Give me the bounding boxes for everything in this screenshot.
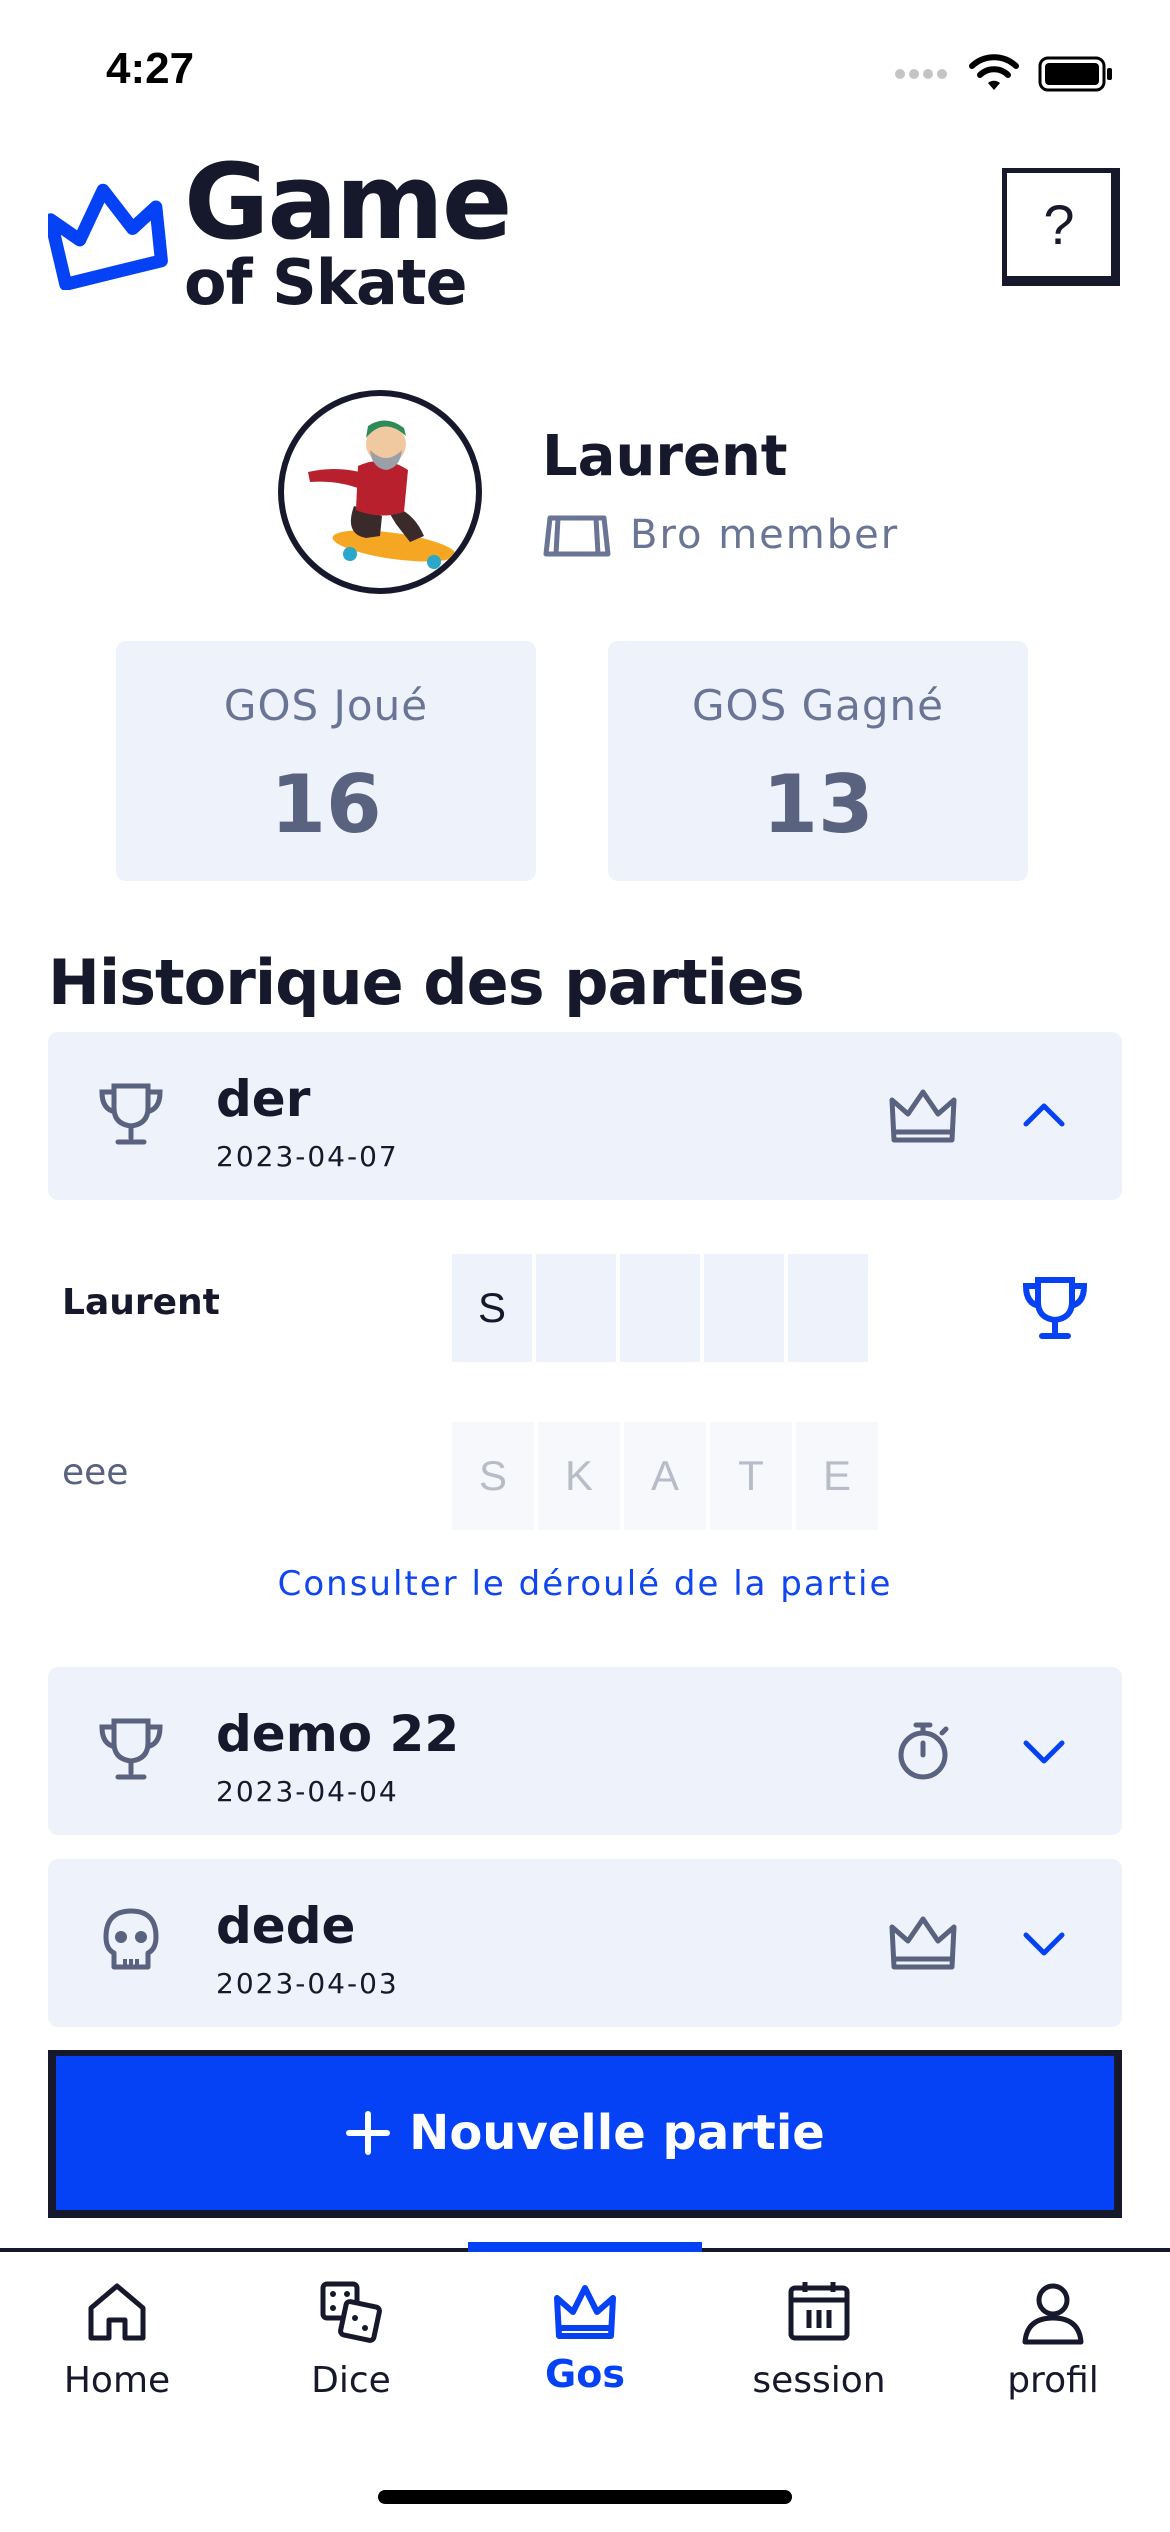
new-game-label: Nouvelle partie [409, 2105, 825, 2161]
home-icon [88, 2283, 146, 2341]
game-name: dede [216, 1897, 356, 1955]
player-letters: S [452, 1254, 868, 1362]
stat-card-won: GOS Gagné 13 [608, 641, 1028, 881]
game-name: der [216, 1070, 311, 1128]
nav-label: profil [1007, 2360, 1099, 2401]
letter-box: T [710, 1422, 792, 1530]
status-icons [894, 54, 1114, 94]
stat-label: GOS Joué [223, 681, 429, 730]
signal-icon [895, 69, 947, 79]
logo-title-line2: of Skate [184, 246, 468, 319]
nav-active-indicator [468, 2242, 702, 2252]
skull-icon [103, 1908, 159, 1970]
letter-box [620, 1254, 700, 1362]
detail-player-name: Laurent [62, 1282, 220, 1323]
game-date: 2023-04-03 [216, 1967, 399, 2000]
game-date: 2023-04-07 [216, 1140, 399, 1173]
stat-value: 13 [762, 758, 874, 851]
wifi-icon [969, 54, 1019, 90]
stat-card-played: GOS Joué 16 [116, 641, 536, 881]
history-title: Historique des parties [48, 946, 805, 1019]
skater-avatar-icon [308, 420, 456, 569]
skateboard-icon [543, 515, 611, 557]
nav-label: Home [63, 2360, 171, 2401]
crown-icon [554, 2285, 616, 2339]
home-indicator [378, 2490, 792, 2504]
membership-label: Bro member [630, 512, 900, 558]
nav-label: Gos [545, 2352, 625, 2396]
game-card-der[interactable]: der 2023-04-07 [48, 1032, 1122, 1200]
player-letters: S K A T E [452, 1422, 878, 1530]
plus-icon [346, 2111, 391, 2155]
nav-item-gos[interactable]: Gos [468, 2278, 702, 2396]
help-button[interactable]: ? [1002, 168, 1120, 286]
game-card-dede[interactable]: dede 2023-04-03 [48, 1859, 1122, 2027]
nav-label: Dice [311, 2360, 391, 2401]
nav-item-dice[interactable]: Dice [234, 2278, 468, 2401]
stat-value: 16 [270, 758, 382, 851]
letter-box [788, 1254, 868, 1362]
stat-label: GOS Gagné [691, 681, 945, 730]
letter-box [704, 1254, 784, 1362]
letter-box: E [796, 1422, 878, 1530]
letter-box: K [538, 1422, 620, 1530]
stopwatch-icon [898, 1722, 949, 1780]
nav-item-profil[interactable]: profil [936, 2278, 1170, 2401]
detail-player-name: eee [62, 1452, 129, 1493]
game-name: demo 22 [216, 1705, 460, 1763]
avatar[interactable] [278, 390, 482, 594]
status-time: 4:27 [106, 44, 195, 93]
nav-label: session [752, 2360, 886, 2401]
trophy-icon [99, 1718, 163, 1780]
battery-icon [1038, 56, 1112, 92]
letter-box: S [452, 1254, 532, 1362]
membership-row: Bro member [542, 508, 899, 562]
nav-item-session[interactable]: session [702, 2278, 936, 2401]
letter-box [536, 1254, 616, 1362]
chevron-up-icon[interactable] [1014, 1086, 1074, 1146]
letter-box: A [624, 1422, 706, 1530]
crown-logo-icon [48, 183, 168, 290]
game-card-demo-22[interactable]: demo 22 2023-04-04 [48, 1667, 1122, 1835]
crown-icon [889, 1916, 957, 1970]
winner-trophy-icon [1022, 1277, 1088, 1339]
game-date: 2023-04-04 [216, 1775, 399, 1808]
user-icon [1022, 2283, 1084, 2345]
calendar-icon [788, 2282, 850, 2341]
chevron-down-icon[interactable] [1014, 1913, 1074, 1973]
consult-game-link[interactable]: Consulter le déroulé de la partie [0, 1564, 1170, 1604]
crown-icon [889, 1089, 957, 1143]
new-game-button[interactable]: Nouvelle partie [48, 2050, 1122, 2218]
dice-icon [320, 2281, 382, 2343]
profile-name: Laurent [542, 424, 788, 489]
chevron-down-icon[interactable] [1014, 1721, 1074, 1781]
letter-box: S [452, 1422, 534, 1530]
trophy-icon [99, 1083, 163, 1145]
nav-item-home[interactable]: Home [0, 2278, 234, 2401]
logo-title-line1: Game [184, 141, 512, 263]
